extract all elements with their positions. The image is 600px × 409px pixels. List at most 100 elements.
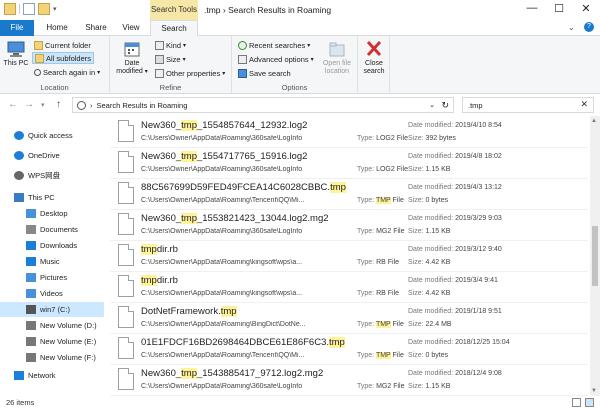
file-name-part: _1554857644_12932.log2 <box>196 120 308 131</box>
chevron-down-icon[interactable]: ⌄ <box>429 101 435 109</box>
tab-file[interactable]: File <box>0 20 34 36</box>
file-path: C:\Users\Owner\AppData\Roaming\360safe\L… <box>141 135 303 142</box>
file-name[interactable]: tmpdir.rb <box>141 244 178 255</box>
nav-item[interactable]: OneDrive <box>0 148 104 163</box>
nav-item[interactable]: Videos <box>0 286 104 301</box>
type-label: Type: <box>357 290 375 297</box>
file-size: Size: 1.15 KB <box>408 228 450 235</box>
file-size: Size: 4.42 KB <box>408 290 450 297</box>
size-label: Size: <box>408 197 424 204</box>
chevron-down-icon[interactable]: ▾ <box>53 5 57 13</box>
file-path: C:\Users\Owner\AppData\Roaming\kingsoft\… <box>141 290 303 297</box>
details-view-icon[interactable] <box>572 398 581 407</box>
recent-searches-label: Recent searches <box>249 40 306 50</box>
refresh-icon[interactable]: ↻ <box>441 100 449 111</box>
list-item[interactable]: New360_tmp_1554857644_12932.log2 C:\Users… <box>110 116 588 148</box>
all-subfolders-button[interactable]: All subfolders <box>32 52 95 64</box>
size-button[interactable]: Size ▾ <box>155 53 186 65</box>
nav-item[interactable]: WPS网盘 <box>0 168 104 183</box>
list-item[interactable]: New360_tmp_1553821423_13044.log2.mg2 C:\U… <box>110 209 588 241</box>
chevron-down-icon[interactable]: ⌄ <box>568 23 575 32</box>
type-value: File <box>390 321 404 328</box>
scrollbar[interactable]: ▲ ▼ <box>590 116 600 396</box>
list-item[interactable]: tmpdir.rb C:\Users\Owner\AppData\Roaming\… <box>110 271 588 303</box>
this-pc-button[interactable]: This PC <box>3 40 29 68</box>
file-type: Type: RB File <box>357 290 399 297</box>
nav-item-label: Videos <box>40 289 63 298</box>
file-name[interactable]: New360_tmp_1554857644_12932.log2 <box>141 120 307 131</box>
forward-arrow-icon[interactable]: → <box>24 99 34 110</box>
cloud-icon <box>14 171 24 180</box>
file-name[interactable]: tmpdir.rb <box>141 275 178 286</box>
file-type: Type: TMP File <box>357 321 404 328</box>
file-path: C:\Users\Owner\AppData\Roaming\360safe\L… <box>141 166 303 173</box>
file-path: C:\Users\Owner\AppData\Roaming\BingDict\… <box>141 321 306 328</box>
close-icon[interactable]: ✕ <box>580 99 588 110</box>
chevron-down-icon[interactable]: ▼ <box>591 388 597 394</box>
kind-button[interactable]: Kind ▾ <box>155 39 186 51</box>
file-name[interactable]: New360_tmp_1554717765_15916.log2 <box>141 151 307 162</box>
recent-searches-button[interactable]: Recent searches ▾ <box>238 39 310 51</box>
search-again-label: Search again in <box>43 67 96 77</box>
list-item[interactable]: 01E1FDCF16BD2698464DBCE61E86F6C3.tmp C:\U… <box>110 333 588 365</box>
nav-item[interactable]: New Volume (E:) <box>0 334 104 349</box>
close-search-button[interactable]: Close search <box>360 40 388 76</box>
nav-item-label: New Volume (D:) <box>40 321 97 330</box>
nav-item[interactable]: Network <box>0 368 104 383</box>
file-type: Type: LOG2 File <box>357 166 408 173</box>
file-icon <box>118 337 134 359</box>
date-modified-button[interactable]: Date modified ▾ <box>112 40 152 76</box>
large-icons-view-icon[interactable] <box>585 398 594 407</box>
scrollbar-thumb[interactable] <box>592 226 598 286</box>
nav-item[interactable]: win7 (C:) <box>0 302 104 317</box>
file-name[interactable]: New360_tmp_1553821423_13044.log2.mg2 <box>141 213 329 224</box>
nav-item[interactable]: This PC <box>0 190 104 205</box>
tab-share[interactable]: Share <box>78 20 114 36</box>
chevron-down-icon[interactable]: ▾ <box>41 101 45 109</box>
open-file-location-label: Open file location <box>322 60 352 75</box>
nav-item[interactable]: Music <box>0 254 104 269</box>
list-item[interactable]: 88C567699D59FED49FCEA14C6028CBBC.tmp C:\U… <box>110 178 588 210</box>
folder-icon[interactable] <box>4 3 16 15</box>
properties-icon[interactable] <box>23 3 35 15</box>
nav-item[interactable]: New Volume (F:) <box>0 350 104 365</box>
tab-search[interactable]: Search <box>150 20 198 37</box>
file-name[interactable]: 88C567699D59FED49FCEA14C6028CBBC.tmp <box>141 182 346 193</box>
nav-item[interactable]: Quick access <box>0 128 104 143</box>
file-name[interactable]: DotNetFramework.tmp <box>141 306 237 317</box>
tab-home[interactable]: Home <box>38 20 76 36</box>
nav-item[interactable]: Desktop <box>0 206 104 221</box>
chevron-up-icon[interactable]: ▲ <box>591 118 597 124</box>
back-arrow-icon[interactable]: ← <box>8 99 18 110</box>
search-icon <box>34 68 41 76</box>
help-icon[interactable]: ? <box>584 22 594 32</box>
file-name[interactable]: 01E1FDCF16BD2698464DBCE61E86F6C3.tmp <box>141 337 345 348</box>
current-folder-button[interactable]: Current folder <box>34 39 91 51</box>
tab-view[interactable]: View <box>116 20 146 36</box>
list-item[interactable]: tmpdir.rb C:\Users\Owner\AppData\Roaming\… <box>110 240 588 272</box>
close-button[interactable]: ✕ <box>578 2 594 15</box>
file-size: Size: 1.15 KB <box>408 383 450 390</box>
maximize-button[interactable]: ☐ <box>551 2 567 15</box>
new-folder-icon[interactable] <box>38 3 50 15</box>
breadcrumb[interactable]: Search Results in Roaming <box>97 101 188 110</box>
save-search-button[interactable]: Save search <box>238 67 291 79</box>
search-again-in-button[interactable]: Search again in ▾ <box>34 66 100 78</box>
file-name[interactable]: New360_tmp_1543885417_9712.log2.mg2 <box>141 368 323 379</box>
nav-item[interactable]: New Volume (D:) <box>0 318 104 333</box>
nav-item[interactable]: Documents <box>0 222 104 237</box>
address-bar[interactable]: › Search Results in Roaming ⌄ ↻ <box>72 97 454 113</box>
nav-item[interactable]: Downloads <box>0 238 104 253</box>
date-label: Date modified: <box>408 308 454 315</box>
other-properties-button[interactable]: Other properties ▾ <box>155 67 225 79</box>
nav-item[interactable]: Pictures <box>0 270 104 285</box>
advanced-options-button[interactable]: Advanced options ▾ <box>238 53 314 65</box>
up-arrow-icon[interactable]: ↑ <box>56 99 61 110</box>
list-item[interactable]: DotNetFramework.tmp C:\Users\Owner\AppDat… <box>110 302 588 334</box>
list-item[interactable]: New360_tmp_1554717765_15916.log2 C:\Users… <box>110 147 588 179</box>
list-item[interactable]: New360_tmp_1543885417_9712.log2.mg2 C:\Us… <box>110 364 588 396</box>
minimize-button[interactable]: — <box>524 2 540 14</box>
search-input[interactable]: .tmp ✕ <box>462 97 594 113</box>
file-name-part: New360_ <box>141 213 182 224</box>
open-file-location-button[interactable]: Open file location <box>318 40 356 76</box>
